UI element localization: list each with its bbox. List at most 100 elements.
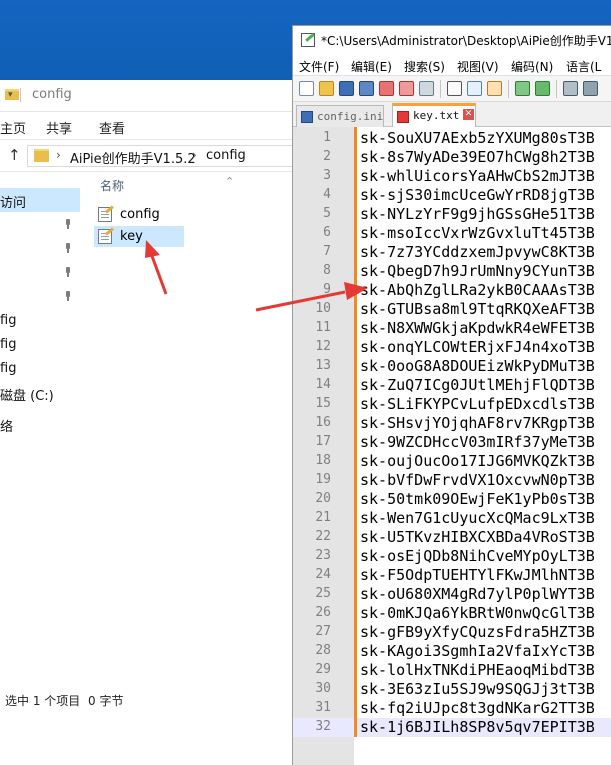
editor-line[interactable]: 17 sk-9WZCDHccV03mIRf37yMeT3B (293, 433, 611, 452)
editor-line[interactable]: 16 sk-SHsvjYOjqhAF8rv7KRgpT3B (293, 414, 611, 433)
undo-icon[interactable] (515, 81, 530, 96)
line-text: sk-bVfDwFrvdVX1OxcvwN0pT3B (360, 471, 595, 489)
text-file-icon (98, 229, 112, 244)
line-number: 17 (315, 434, 331, 449)
editor-line[interactable]: 8 sk-QbegD7h9JrUmNny9CYunT3B (293, 262, 611, 281)
find-icon[interactable] (563, 81, 578, 96)
editor-line[interactable]: 14 sk-ZuQ7ICg0JUtlMEhjFlQDT3B (293, 376, 611, 395)
editor-line[interactable]: 9 sk-AbQhZglLRa2ykB0CAAAsT3B (293, 281, 611, 300)
editor-line[interactable]: 18 sk-oujOucOo17IJG6MVKQZkT3B (293, 452, 611, 471)
nav-item-network[interactable]: 络 (0, 416, 13, 435)
line-text: sk-8s7WyADe39EO7hCWg8h2T3B (360, 148, 595, 166)
menu-edit[interactable]: 编辑(E) (351, 58, 392, 75)
editor-line[interactable]: 29 sk-lolHxTNKdiPHEaoqMibdT3B (293, 661, 611, 680)
cut-icon[interactable] (447, 81, 462, 96)
close-icon[interactable]: ✕ (463, 109, 474, 120)
line-number: 31 (315, 700, 331, 715)
editor-line[interactable]: 3 sk-whlUicorsYaAHwCbS2mJT3B (293, 167, 611, 186)
line-number: 30 (315, 681, 331, 696)
line-text: sk-SLiFKYPCvLufpEDxcdlsT3B (360, 395, 595, 413)
save-all-icon[interactable] (359, 81, 374, 96)
config-file-icon (98, 207, 112, 222)
nav-item-config-3[interactable]: fig (0, 361, 16, 376)
editor-line[interactable]: 32 sk-1j6BJILh8SP8v5qv7EPIT3B (293, 718, 611, 737)
editor-line[interactable]: 7 sk-7z73YCddzxemJpvywC8KT3B (293, 243, 611, 262)
editor-line[interactable]: 2 sk-8s7WyADe39EO7hCWg8h2T3B (293, 148, 611, 167)
line-number: 8 (323, 263, 331, 278)
editor-line[interactable]: 13 sk-0ooG8A8DOUEizWkPyDMuT3B (293, 357, 611, 376)
editor-line[interactable]: 24 sk-F5OdpTUEHTYlFKwJMlhNT3B (293, 566, 611, 585)
line-text: sk-sjS30imcUceGwYrRD8jgT3B (360, 186, 595, 204)
line-text: sk-NYLzYrF9g9jhGSsGHe51T3B (360, 205, 595, 223)
editor-line[interactable]: 11 sk-N8XWWGkjaKpdwkR4eWFET3B (293, 319, 611, 338)
menu-view[interactable]: 视图(V) (457, 58, 499, 75)
nav-item-config-1[interactable]: fig (0, 313, 16, 328)
nav-item-config-2[interactable]: fig (0, 337, 16, 352)
file-item-key[interactable]: key (94, 226, 184, 247)
editor-line[interactable]: 25 sk-oU680XM4gRd7ylP0plWYT3B (293, 585, 611, 604)
paste-icon[interactable] (487, 81, 502, 96)
line-number: 29 (315, 662, 331, 677)
editor-line[interactable]: 22 sk-U5TKvzHIBXCXBDa4VRoST3B (293, 528, 611, 547)
breadcrumb-aipie[interactable]: AiPie创作助手V1.5.2 (70, 148, 196, 167)
menu-encoding[interactable]: 编码(N) (511, 58, 553, 75)
nav-item-quick-access[interactable]: 访问 (0, 188, 80, 212)
chevron-down-icon[interactable]: ▾ (8, 90, 13, 100)
editor-line[interactable]: 26 sk-0mKJQa6YkBRtW0nwQcGlT3B (293, 604, 611, 623)
menu-file[interactable]: 文件(F) (299, 58, 339, 75)
editor-line[interactable]: 15 sk-SLiFKYPCvLufpEDxcdlsT3B (293, 395, 611, 414)
tab-share[interactable]: 共享 (46, 118, 72, 137)
tab-home[interactable]: 主页 (0, 118, 26, 137)
chevron-right-icon[interactable]: › (56, 148, 61, 162)
address-bar[interactable]: › AiPie创作助手V1.5.2 › config (27, 145, 298, 167)
line-text: sk-F5OdpTUEHTYlFKwJMlhNT3B (360, 566, 595, 584)
line-number: 20 (315, 491, 331, 506)
toolbar-separator (556, 80, 557, 98)
file-item-config[interactable]: config (94, 204, 184, 225)
close-icon[interactable] (379, 81, 394, 96)
editor-line[interactable]: 10 sk-GTUBsa8ml9TtqRKQXeAFT3B (293, 300, 611, 319)
line-text: sk-oujOucOo17IJG6MVKQZkT3B (360, 452, 595, 470)
editor-line[interactable]: 12 sk-onqYLCOWtERjxFJ4n4xoT3B (293, 338, 611, 357)
editor-line[interactable]: 20 sk-50tmk09OEwjFeK1yPb0sT3B (293, 490, 611, 509)
window-title: *C:\Users\Administrator\Desktop\AiPie创作助… (321, 34, 611, 48)
chevron-right-icon[interactable]: › (192, 148, 197, 162)
save-icon[interactable] (339, 81, 354, 96)
editor-line[interactable]: 23 sk-osEjQDb8NihCveMYpOyLT3B (293, 547, 611, 566)
replace-icon[interactable] (583, 81, 598, 96)
editor-line[interactable]: 6 sk-msoIccVxrWzGvxluTt45T3B (293, 224, 611, 243)
breadcrumb-config[interactable]: config (206, 148, 246, 163)
redo-icon[interactable] (535, 81, 550, 96)
editor-line[interactable]: 30 sk-3E63zIu5SJ9w9SQGJj3tT3B (293, 680, 611, 699)
editor-line[interactable]: 31 sk-fq2iUJpc8t3gdNKarG2TT3B (293, 699, 611, 718)
nav-item-local-disk[interactable]: 磁盘 (C:) (0, 385, 54, 404)
pin-icon[interactable] (64, 291, 72, 301)
menu-language[interactable]: 语言(L (566, 58, 601, 75)
editor-line[interactable]: 27 sk-gFB9yXfyCQuzsFdra5HZT3B (293, 623, 611, 642)
editor-line[interactable]: 19 sk-bVfDwFrvdVX1OxcvwN0pT3B (293, 471, 611, 490)
column-header-name[interactable]: 名称 (100, 177, 124, 194)
close-all-icon[interactable] (399, 81, 414, 96)
open-folder-icon[interactable] (319, 81, 334, 96)
editor-line[interactable]: 1 sk-SouXU7AExb5zYXUMg80sT3B (293, 129, 611, 148)
new-file-icon[interactable] (299, 81, 314, 96)
text-editor[interactable]: 1 sk-SouXU7AExb5zYXUMg80sT3B 2 sk-8s7WyADe3… (293, 127, 611, 765)
pin-icon[interactable] (64, 243, 72, 253)
tab-config-ini[interactable]: config.ini (296, 105, 384, 127)
editor-line[interactable]: 21 sk-Wen7G1cUyucXcQMac9LxT3B (293, 509, 611, 528)
editor-line[interactable]: 4 sk-sjS30imcUceGwYrRD8jgT3B (293, 186, 611, 205)
editor-line[interactable]: 5 sk-NYLzYrF9g9jhGSsGHe51T3B (293, 205, 611, 224)
menu-search[interactable]: 搜索(S) (404, 58, 445, 75)
pin-icon[interactable] (64, 219, 72, 229)
navigation-pane: 访问 fig fig fig 磁盘 (C:) 络 (0, 173, 80, 693)
line-number: 2 (323, 149, 331, 164)
tab-key-txt[interactable]: key.txt ✕ (392, 103, 476, 127)
line-number: 27 (315, 624, 331, 639)
pin-icon[interactable] (64, 267, 72, 277)
tab-view[interactable]: 查看 (99, 118, 125, 137)
copy-icon[interactable] (467, 81, 482, 96)
print-icon[interactable] (419, 81, 434, 96)
editor-line[interactable]: 28 sk-KAgoi3SgmhIa2VfaIxYcT3B (293, 642, 611, 661)
line-text: sk-50tmk09OEwjFeK1yPb0sT3B (360, 490, 595, 508)
arrow-up-icon[interactable]: ↑ (8, 146, 21, 164)
